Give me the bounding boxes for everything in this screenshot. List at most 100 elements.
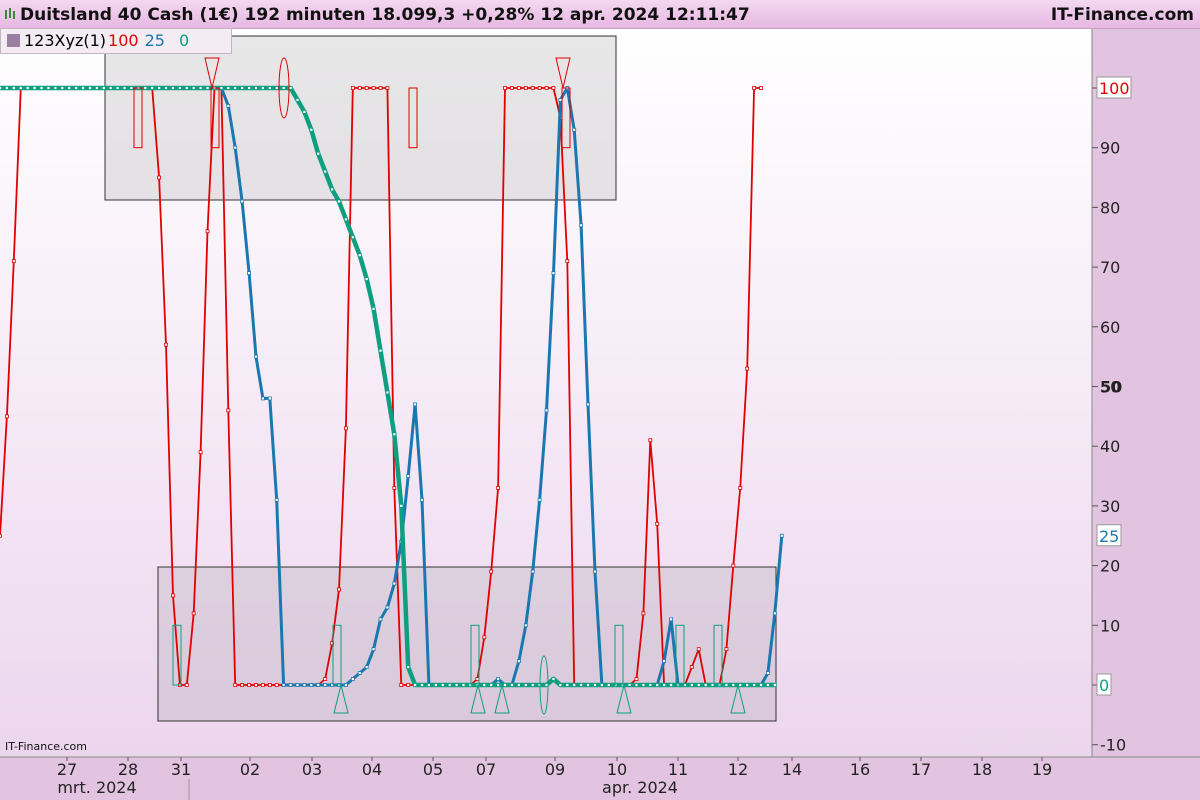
- series-point-red: [184, 683, 189, 687]
- series-point-green: [766, 683, 770, 687]
- series-point-green: [184, 86, 189, 90]
- series-point-blue: [593, 569, 597, 574]
- last-value-red: 100: [1099, 79, 1130, 98]
- chart-title: Duitsland 40 Cash (1€) 192 minuten 18.09…: [20, 5, 750, 25]
- indicator-legend[interactable]: 123Xyz(1) 100 25 0: [0, 28, 232, 54]
- x-tick-label: 19: [1032, 760, 1052, 779]
- series-point-blue: [772, 611, 777, 616]
- series-point-blue: [267, 396, 272, 401]
- series-point-red: [323, 677, 328, 681]
- series-point-green: [5, 86, 9, 90]
- legend-value-blue: 25: [144, 31, 165, 50]
- series-point-blue: [364, 665, 369, 669]
- series-point-red: [731, 563, 736, 568]
- oversold-zone: [157, 566, 777, 722]
- series-point-green: [274, 86, 279, 90]
- series-point-green: [157, 86, 162, 90]
- legend-value-green: 0: [178, 31, 190, 50]
- series-point-red: [724, 647, 729, 652]
- series-point-red: [267, 683, 272, 687]
- series-point-red: [516, 86, 521, 90]
- series-point-red: [11, 259, 16, 264]
- series-point-red: [482, 635, 487, 640]
- series-point-red: [350, 86, 355, 90]
- series-point-red: [503, 86, 507, 90]
- series-point-red: [655, 521, 660, 526]
- series-point-green: [752, 683, 756, 687]
- series-point-red: [399, 683, 404, 687]
- y-tick-label: 70: [1100, 258, 1120, 277]
- series-point-green: [226, 86, 231, 90]
- series-point-green: [281, 86, 286, 90]
- series-point-green: [420, 683, 424, 687]
- series-point-blue: [586, 402, 590, 407]
- series-point-blue: [288, 683, 293, 687]
- series-point-blue: [406, 474, 411, 478]
- series-point-red: [364, 86, 369, 90]
- series-point-red: [406, 683, 411, 687]
- series-point-green: [53, 86, 58, 90]
- month-label: mrt. 2024: [57, 778, 136, 797]
- series-point-red: [0, 533, 2, 538]
- series-point-blue: [295, 683, 300, 687]
- series-point-red: [247, 683, 251, 687]
- series-point-red: [191, 611, 196, 616]
- series-point-red: [240, 683, 245, 687]
- series-point-blue: [779, 533, 784, 538]
- series-point-blue: [350, 677, 355, 681]
- y-tick-label: 20: [1100, 557, 1120, 576]
- x-tick-label: 16: [850, 760, 870, 779]
- series-point-green: [703, 683, 708, 687]
- title-bar: Duitsland 40 Cash (1€) 192 minuten 18.09…: [0, 0, 1200, 29]
- series-point-green: [330, 187, 334, 192]
- series-point-green: [74, 86, 78, 90]
- instrument-label: DAX, 192m: [972, 730, 1074, 751]
- overbought-zone: [104, 35, 617, 201]
- series-point-green: [150, 86, 155, 90]
- series-point-green: [171, 86, 175, 90]
- series-point-blue: [572, 127, 577, 132]
- x-tick-label: 27: [57, 760, 77, 779]
- brand-name[interactable]: IT-Finance.com: [1051, 5, 1194, 25]
- series-point-blue: [323, 683, 328, 687]
- series-point-red: [544, 86, 549, 90]
- series-point-green: [696, 683, 701, 687]
- series-point-red: [392, 486, 397, 490]
- series-point-red: [510, 86, 514, 90]
- series-point-green: [32, 86, 37, 90]
- series-point-green: [288, 86, 293, 90]
- series-point-green: [371, 306, 376, 311]
- series-point-blue: [516, 659, 521, 664]
- series-point-red: [689, 665, 694, 669]
- series-point-red: [759, 86, 763, 90]
- y-tick-label: 10: [1100, 616, 1120, 635]
- series-point-blue: [544, 408, 549, 413]
- series-point-green: [205, 86, 210, 90]
- series-point-green: [447, 683, 452, 687]
- series-point-green: [309, 127, 314, 132]
- x-tick-label: 14: [782, 760, 802, 779]
- series-point-blue: [530, 569, 535, 574]
- series-point-green: [558, 683, 563, 687]
- series-point-red: [344, 426, 348, 431]
- series-point-green: [489, 683, 494, 687]
- series-point-red: [164, 342, 168, 347]
- series-point-green: [11, 86, 16, 90]
- series-point-green: [745, 683, 750, 687]
- series-point-blue: [316, 683, 321, 687]
- series-point-blue: [551, 271, 556, 275]
- series-point-green: [724, 683, 729, 687]
- series-point-blue: [233, 145, 238, 150]
- series-point-green: [198, 86, 203, 90]
- series-point-green: [25, 86, 30, 90]
- series-point-green: [482, 683, 487, 687]
- series-point-blue: [281, 683, 286, 687]
- series-point-red: [537, 86, 542, 90]
- chart-svg[interactable]: -101020304050607080905027 28 31 02 03 04 05 07 0…: [0, 0, 1200, 800]
- candlestick-icon: [5, 8, 15, 19]
- series-point-green: [738, 683, 743, 687]
- series-point-green: [267, 86, 272, 90]
- x-tick-label: 09: [545, 760, 565, 779]
- series-point-green: [67, 86, 72, 90]
- series-point-green: [101, 86, 106, 90]
